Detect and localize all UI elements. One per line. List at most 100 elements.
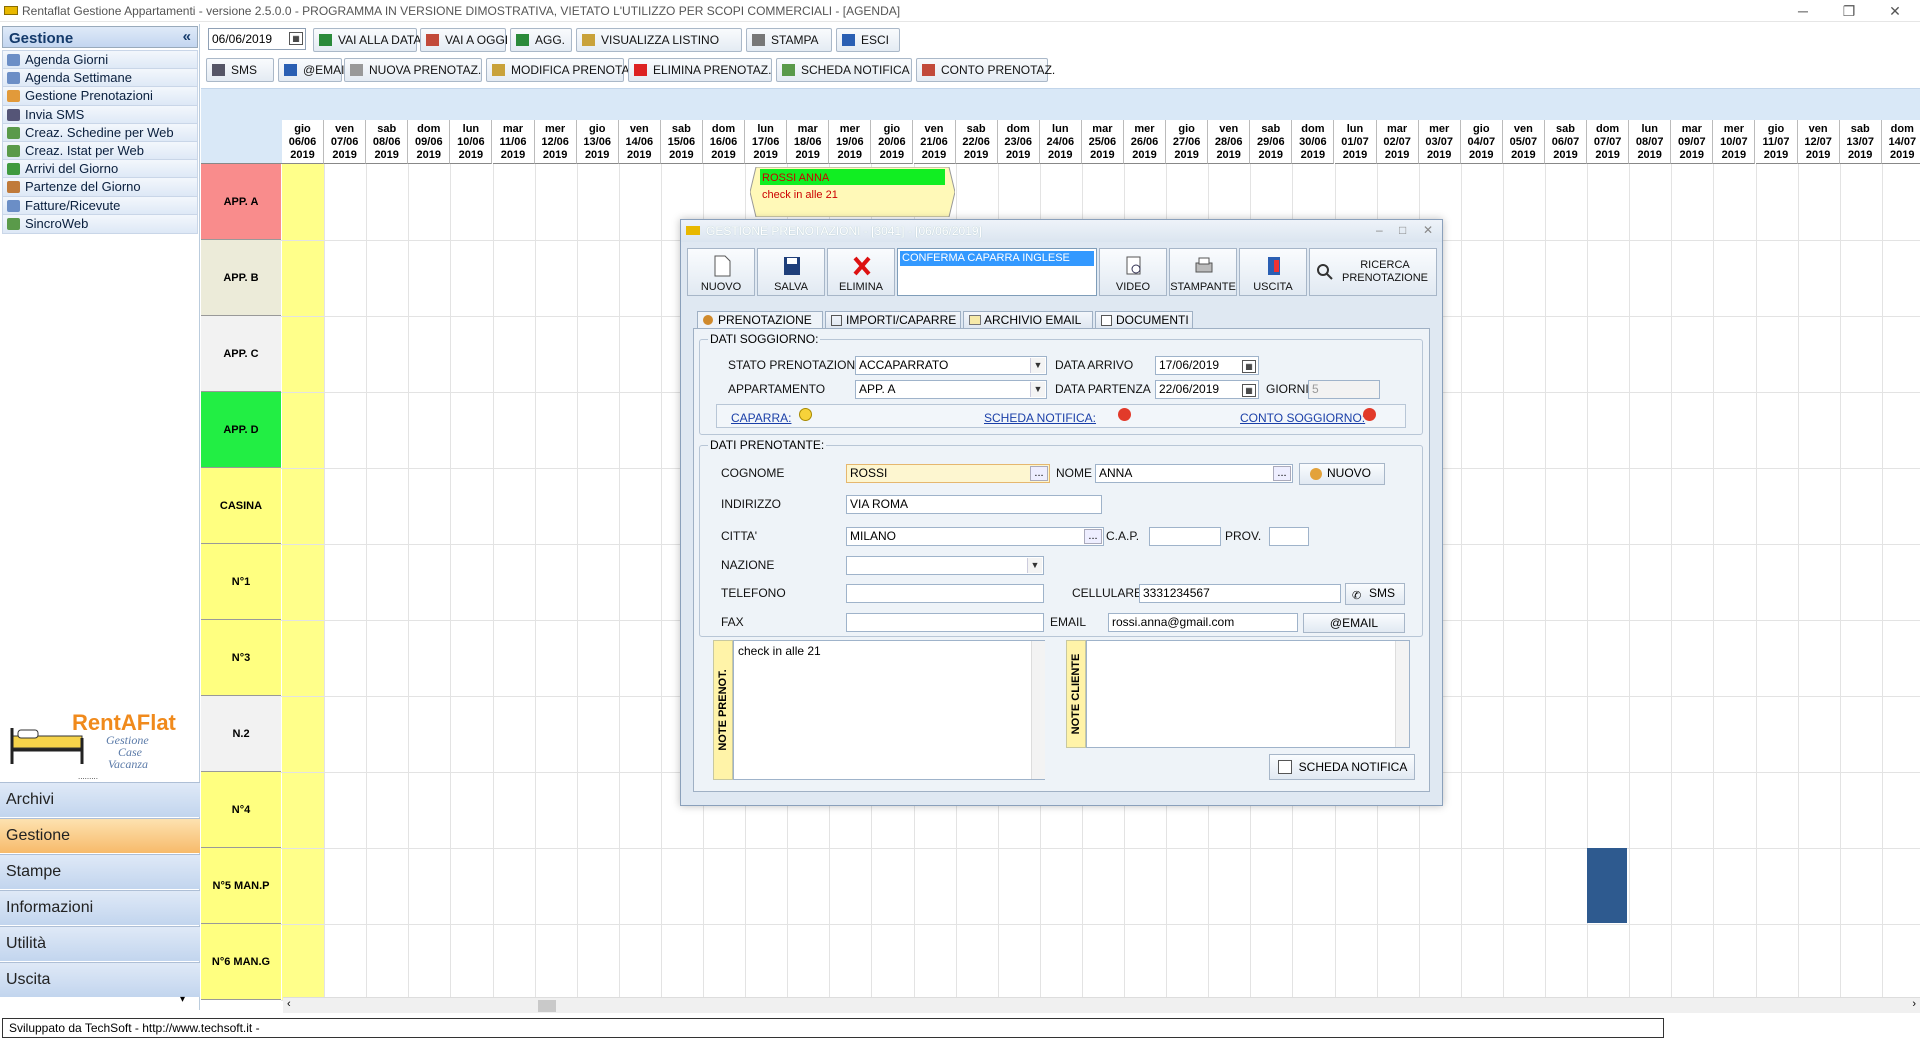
- sidebar-item-3[interactable]: Invia SMS: [2, 104, 198, 125]
- room-label[interactable]: APP. D: [201, 392, 281, 468]
- tab-documenti[interactable]: DOCUMENTI: [1095, 311, 1193, 329]
- day-header[interactable]: dom 09/06 2019: [408, 120, 451, 164]
- day-header[interactable]: gio 20/06 2019: [871, 120, 914, 164]
- room-label[interactable]: APP. B: [201, 240, 281, 316]
- bottom-menu-4[interactable]: Utilità: [0, 926, 200, 961]
- listbox-selected-item[interactable]: CONFERMA CAPARRA INGLESE: [900, 251, 1094, 266]
- bottom-menu-0[interactable]: Archivi: [0, 782, 200, 817]
- sidebar-item-7[interactable]: Partenze del Giorno: [2, 177, 198, 198]
- restore-button[interactable]: ❐: [1826, 0, 1872, 22]
- stato-select[interactable]: ACCAPARRATO ▼: [855, 356, 1047, 375]
- prov-field[interactable]: [1269, 527, 1309, 546]
- nazione-select[interactable]: ▼: [846, 556, 1044, 575]
- sidebar-item-9[interactable]: SincroWeb: [2, 213, 198, 234]
- date-picker[interactable]: 06/06/2019 ▦: [208, 28, 306, 50]
- day-header[interactable]: gio 04/07 2019: [1460, 120, 1503, 164]
- cap-field[interactable]: [1149, 527, 1221, 546]
- telefono-field[interactable]: [846, 584, 1044, 603]
- dialog-minimize-icon[interactable]: –: [1376, 223, 1383, 237]
- appartamento-select[interactable]: APP. A ▼: [855, 380, 1047, 399]
- cognome-field[interactable]: ROSSI...: [846, 464, 1050, 483]
- caparra-link[interactable]: CAPARRA:: [731, 411, 791, 425]
- sidebar-item-0[interactable]: Agenda Giorni: [2, 50, 198, 70]
- day-header[interactable]: sab 08/06 2019: [366, 120, 409, 164]
- toolbar-btn-3[interactable]: VISUALIZZA LISTINO: [576, 28, 742, 52]
- cellulare-field[interactable]: 3331234567: [1139, 584, 1341, 603]
- day-header[interactable]: lun 01/07 2019: [1334, 120, 1377, 164]
- toolbar-btn-1[interactable]: VAI A OGGI: [420, 28, 508, 52]
- room-label[interactable]: APP. C: [201, 316, 281, 392]
- note-prenot-textarea[interactable]: check in alle 21: [733, 640, 1045, 780]
- sidebar-item-6[interactable]: Arrivi del Giorno: [2, 159, 198, 180]
- citta-field[interactable]: MILANO...: [846, 527, 1104, 546]
- room-label[interactable]: N°3: [201, 620, 281, 696]
- sms-button[interactable]: ✆ SMS: [1345, 583, 1405, 605]
- day-header[interactable]: mer 19/06 2019: [829, 120, 872, 164]
- day-header[interactable]: ven 21/06 2019: [913, 120, 956, 164]
- nuovo-cliente-button[interactable]: NUOVO: [1299, 463, 1385, 485]
- day-header[interactable]: mar 18/06 2019: [787, 120, 830, 164]
- toolbar2-btn-2[interactable]: NUOVA PRENOTAZ.: [344, 58, 482, 82]
- scroll-down-icon[interactable]: ▾: [180, 994, 185, 1005]
- salva-button[interactable]: SALVA: [757, 248, 825, 296]
- sidebar-item-2[interactable]: Gestione Prenotazioni: [2, 86, 198, 107]
- scheda-notifica-link[interactable]: SCHEDA NOTIFICA:: [984, 411, 1096, 425]
- calendar-icon[interactable]: ▦: [1242, 384, 1256, 397]
- day-header[interactable]: gio 11/07 2019: [1755, 120, 1798, 164]
- day-header[interactable]: dom 16/06 2019: [703, 120, 745, 164]
- day-header[interactable]: gio 06/06 2019: [282, 120, 324, 164]
- day-header[interactable]: lun 10/06 2019: [450, 120, 493, 164]
- toolbar2-btn-4[interactable]: ELIMINA PRENOTAZ.: [628, 58, 772, 82]
- day-header[interactable]: ven 05/07 2019: [1502, 120, 1545, 164]
- sidebar-item-5[interactable]: Creaz. Istat per Web: [2, 141, 198, 161]
- scroll-left-icon[interactable]: ‹: [287, 998, 291, 1010]
- fax-field[interactable]: [846, 613, 1044, 632]
- horizontal-scrollbar[interactable]: ‹ ›: [283, 997, 1920, 1013]
- room-label[interactable]: N°5 MAN.P: [201, 848, 281, 924]
- toolbar2-btn-0[interactable]: SMS: [206, 58, 274, 82]
- chevron-down-icon[interactable]: ▼: [1030, 358, 1045, 373]
- elimina-button[interactable]: ELIMINA: [827, 248, 895, 296]
- scheda-notifica-button[interactable]: SCHEDA NOTIFICA: [1269, 754, 1415, 780]
- room-label[interactable]: CASINA: [201, 468, 281, 544]
- day-header[interactable]: dom 23/06 2019: [997, 120, 1040, 164]
- booking-block[interactable]: [1587, 848, 1627, 923]
- day-header[interactable]: lun 17/06 2019: [745, 120, 788, 164]
- room-label[interactable]: N°4: [201, 772, 281, 848]
- note-cliente-scrollbar[interactable]: [1395, 641, 1409, 747]
- note-cliente-textarea[interactable]: [1086, 640, 1410, 748]
- day-header[interactable]: dom 14/07 2019: [1881, 120, 1920, 164]
- day-header[interactable]: mar 02/07 2019: [1376, 120, 1419, 164]
- day-header[interactable]: mar 25/06 2019: [1081, 120, 1124, 164]
- partenza-date-field[interactable]: 22/06/2019 ▦: [1155, 380, 1259, 399]
- tab-archivio-email[interactable]: ARCHIVIO EMAIL: [963, 311, 1093, 329]
- day-header[interactable]: ven 28/06 2019: [1208, 120, 1251, 164]
- day-header[interactable]: sab 22/06 2019: [955, 120, 998, 164]
- minimize-button[interactable]: ─: [1780, 0, 1826, 22]
- nome-field[interactable]: ANNA...: [1095, 464, 1293, 483]
- browse-button[interactable]: ...: [1273, 466, 1291, 481]
- toolbar2-btn-5[interactable]: SCHEDA NOTIFICA: [776, 58, 912, 82]
- email-button[interactable]: @EMAIL: [1303, 613, 1405, 633]
- video-button[interactable]: VIDEO: [1099, 248, 1167, 296]
- calendar-icon[interactable]: ▦: [289, 32, 303, 45]
- bottom-menu-1[interactable]: Gestione: [0, 818, 200, 853]
- sidebar-item-1[interactable]: Agenda Settimane: [2, 68, 198, 89]
- scroll-thumb[interactable]: [538, 1000, 556, 1012]
- toolbar-btn-5[interactable]: ESCI: [836, 28, 900, 52]
- day-header[interactable]: lun 08/07 2019: [1629, 120, 1672, 164]
- day-header[interactable]: sab 15/06 2019: [660, 120, 703, 164]
- toolbar2-btn-1[interactable]: @EMAIL: [278, 58, 351, 82]
- day-header[interactable]: dom 30/06 2019: [1292, 120, 1335, 164]
- day-header[interactable]: lun 24/06 2019: [1039, 120, 1082, 164]
- toolbar2-btn-6[interactable]: CONTO PRENOTAZ.: [916, 58, 1055, 82]
- day-header[interactable]: sab 13/07 2019: [1839, 120, 1882, 164]
- day-header[interactable]: gio 13/06 2019: [576, 120, 619, 164]
- browse-button[interactable]: ...: [1084, 529, 1102, 544]
- close-button[interactable]: ✕: [1872, 0, 1918, 22]
- tab-prenotazione[interactable]: PRENOTAZIONE: [697, 311, 823, 329]
- note-prenot-scrollbar[interactable]: [1031, 641, 1045, 779]
- day-header[interactable]: mer 12/06 2019: [534, 120, 577, 164]
- collapse-icon[interactable]: «: [183, 28, 191, 45]
- chevron-down-icon[interactable]: ▼: [1030, 382, 1045, 397]
